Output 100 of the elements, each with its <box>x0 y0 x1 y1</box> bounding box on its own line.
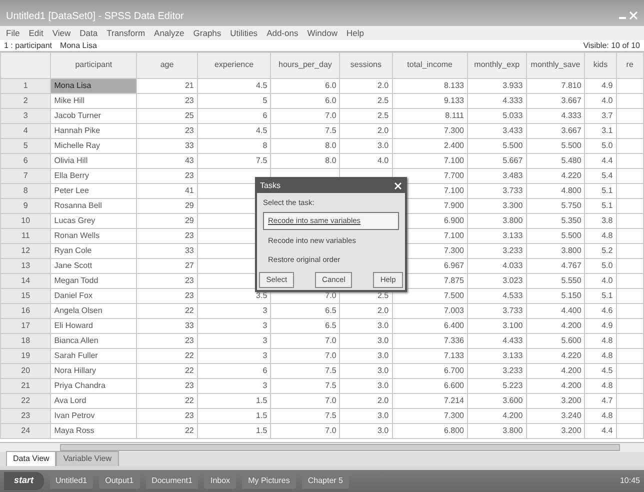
table-cell[interactable]: 8.0 <box>270 154 340 168</box>
row-number[interactable]: 6 <box>0 154 51 168</box>
table-cell[interactable]: 22 <box>136 304 198 318</box>
table-cell[interactable]: 4.200 <box>526 318 585 334</box>
table-cell[interactable]: 5.0 <box>584 258 616 274</box>
table-cell[interactable]: 3.133 <box>468 228 526 244</box>
table-cell[interactable]: Hannah Pike <box>50 124 137 138</box>
table-cell[interactable]: 4.200 <box>468 408 526 424</box>
table-cell[interactable]: 3.667 <box>526 94 585 108</box>
table-cell[interactable]: 3.100 <box>468 318 526 334</box>
table-cell[interactable]: Daniel Fox <box>50 288 137 304</box>
table-cell[interactable]: 3.433 <box>468 124 526 138</box>
menu-item[interactable]: Edit <box>28 26 44 40</box>
table-cell[interactable]: 7.300 <box>392 408 468 424</box>
table-cell[interactable]: 4.9 <box>584 318 616 334</box>
table-cell[interactable]: 4.8 <box>584 348 616 364</box>
table-cell[interactable]: 7.336 <box>392 334 468 348</box>
table-cell[interactable]: 23 <box>136 168 198 184</box>
table-cell[interactable]: 22 <box>136 394 198 408</box>
table-cell[interactable]: 4.220 <box>526 168 585 184</box>
table-cell[interactable]: 2.0 <box>340 78 392 94</box>
table-cell[interactable]: 5.480 <box>526 154 585 168</box>
row-number[interactable]: 7 <box>0 168 51 184</box>
table-cell[interactable]: 33 <box>136 318 198 334</box>
table-cell[interactable]: 4.200 <box>526 378 585 394</box>
table-cell[interactable]: Rosanna Bell <box>50 198 137 214</box>
table-cell[interactable]: 6.0 <box>270 78 340 94</box>
table-cell[interactable]: 4.8 <box>584 378 616 394</box>
column-header[interactable]: monthly_save <box>526 52 585 78</box>
table-cell[interactable]: 25 <box>136 108 198 124</box>
table-cell[interactable]: 6.0 <box>270 94 340 108</box>
table-cell[interactable]: 5.4 <box>584 168 616 184</box>
table-cell[interactable]: 5.667 <box>468 154 526 168</box>
row-number[interactable]: 5 <box>0 138 51 154</box>
table-cell[interactable]: Sarah Fuller <box>50 348 137 364</box>
table-cell[interactable]: 4.4 <box>584 154 616 168</box>
table-cell[interactable]: 29 <box>136 198 198 214</box>
table-cell[interactable]: 4.8 <box>584 228 616 244</box>
menu-item[interactable]: Help <box>346 26 364 40</box>
table-cell[interactable]: 4.0 <box>584 94 616 108</box>
table-cell[interactable]: 7.133 <box>392 348 468 364</box>
table-cell[interactable]: 2.0 <box>340 124 392 138</box>
table-cell[interactable]: 3.800 <box>526 244 585 258</box>
table-cell[interactable]: 4.400 <box>526 304 585 318</box>
table-cell[interactable]: 6 <box>197 108 271 124</box>
table-cell[interactable]: 4.9 <box>584 78 616 94</box>
row-number[interactable]: 3 <box>0 108 51 124</box>
table-cell[interactable]: 5.033 <box>468 108 526 124</box>
start-button[interactable]: start <box>4 472 44 490</box>
table-cell[interactable]: 4.220 <box>526 348 585 364</box>
table-cell[interactable]: Ivan Petrov <box>50 408 137 424</box>
table-cell[interactable]: 3.0 <box>340 348 392 364</box>
table-cell[interactable]: 7.810 <box>526 78 585 94</box>
row-number[interactable]: 16 <box>0 304 51 318</box>
table-cell[interactable]: 1.5 <box>197 408 271 424</box>
row-number[interactable]: 17 <box>0 318 51 334</box>
table-cell[interactable]: 8.133 <box>392 78 468 94</box>
table-cell[interactable]: 3 <box>197 378 271 394</box>
row-number[interactable]: 20 <box>0 364 51 378</box>
table-cell[interactable]: 5.500 <box>468 138 526 154</box>
table-cell[interactable]: 7.300 <box>392 124 468 138</box>
menu-item[interactable]: Graphs <box>193 26 222 40</box>
table-cell[interactable]: 7.0 <box>270 334 340 348</box>
table-cell[interactable]: Nora Hillary <box>50 364 137 378</box>
row-number[interactable]: 24 <box>0 424 51 438</box>
row-number[interactable]: 22 <box>0 394 51 408</box>
table-cell[interactable]: Eli Howard <box>50 318 137 334</box>
table-cell[interactable]: 23 <box>136 334 198 348</box>
table-cell[interactable]: Jacob Turner <box>50 108 137 124</box>
table-cell[interactable]: 2.400 <box>392 138 468 154</box>
table-cell[interactable]: 8.0 <box>270 138 340 154</box>
table-cell[interactable]: 3.300 <box>468 198 526 214</box>
table-cell[interactable]: 4.0 <box>584 274 616 288</box>
table-cell[interactable]: 23 <box>136 378 198 394</box>
table-cell[interactable]: 3.1 <box>584 124 616 138</box>
table-cell[interactable]: 5.223 <box>468 378 526 394</box>
table-cell[interactable]: Jane Scott <box>50 258 137 274</box>
table-cell[interactable]: 3.0 <box>340 424 392 438</box>
table-cell[interactable]: 5.0 <box>584 138 616 154</box>
table-cell[interactable]: 7.5 <box>270 124 340 138</box>
table-cell[interactable]: 3 <box>197 334 271 348</box>
sheet-tab[interactable]: Variable View <box>56 451 119 466</box>
table-cell[interactable]: 4.433 <box>468 334 526 348</box>
table-cell[interactable]: 3.240 <box>526 408 585 424</box>
scrollbar-thumb[interactable] <box>60 444 620 451</box>
sheet-tab[interactable]: Data View <box>6 451 56 466</box>
table-cell[interactable]: 5.600 <box>526 334 585 348</box>
table-cell[interactable]: 33 <box>136 138 198 154</box>
table-cell[interactable]: 3.0 <box>340 318 392 334</box>
table-cell[interactable]: 4.033 <box>468 258 526 274</box>
table-cell[interactable]: 21 <box>136 78 198 94</box>
table-cell[interactable]: Bianca Allen <box>50 334 137 348</box>
row-number[interactable]: 12 <box>0 244 51 258</box>
table-cell[interactable]: 7.0 <box>270 348 340 364</box>
table-cell[interactable]: 4.333 <box>468 94 526 108</box>
table-cell[interactable]: 3.800 <box>468 424 526 438</box>
table-cell[interactable]: 22 <box>136 348 198 364</box>
column-header[interactable]: kids <box>584 52 616 78</box>
table-cell[interactable]: 7.003 <box>392 304 468 318</box>
table-cell[interactable]: Maya Ross <box>50 424 137 438</box>
